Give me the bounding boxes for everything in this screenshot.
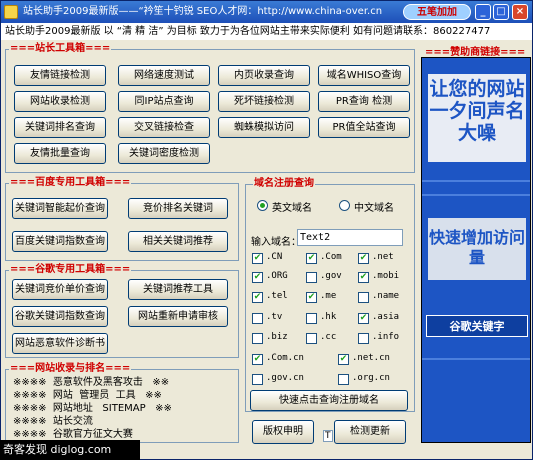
station-tool-button[interactable]: 友情批量查询 [14, 143, 106, 164]
google-tool-button[interactable]: 网站恶意软件诊断书 [12, 333, 108, 354]
domain-query-button[interactable]: 快速点击查询注册域名 [250, 390, 408, 411]
google-tool-button[interactable]: 关键词推荐工具 [128, 279, 228, 300]
station-tool-button[interactable]: 关键词密度检测 [118, 143, 210, 164]
baidu-tool-button[interactable]: 关键词智能起价查询 [12, 198, 108, 219]
tld-label: .org.cn [352, 373, 390, 383]
minimize-button[interactable]: _ [475, 4, 491, 20]
check-update-button[interactable]: 检测更新 [334, 420, 406, 444]
station-tool-button[interactable]: 网站收录检测 [14, 91, 106, 112]
tld-label: .net [372, 252, 394, 262]
tld-label: .cc [320, 332, 337, 342]
google-tool-button[interactable]: 网站重新申请审核 [128, 306, 228, 327]
tld-checkbox[interactable] [252, 333, 263, 344]
links-title: ===网站收录与排名=== [9, 363, 132, 375]
tld-label: .biz [266, 332, 288, 342]
tld-checkbox[interactable]: ✔ [338, 354, 349, 365]
title-bar[interactable]: 站长助手2009最新版——“衿笙十钓锐 SEO人才网：http://www.ch… [1, 1, 532, 23]
tld-checkbox[interactable]: ✔ [306, 292, 317, 303]
station-tool-button[interactable]: PR查询 检测 [318, 91, 410, 112]
tld-label: .me [320, 291, 337, 301]
tld-label: .Com [320, 252, 342, 262]
station-tool-button[interactable]: 域名WHISO查询 [318, 65, 410, 86]
ad-headline: 让您的网站一夕间声名大噪 [428, 74, 526, 162]
tld-checkbox[interactable]: ✔ [252, 354, 263, 365]
sponsor-ad[interactable]: 让您的网站一夕间声名大噪 快速增加访问量 谷歌关键字 [421, 57, 531, 443]
tld-checkbox[interactable]: ✔ [358, 313, 369, 324]
google-tools-title: ===谷歌专用工具箱=== [9, 264, 132, 276]
chinese-domain-radio[interactable] [339, 200, 350, 211]
ime-logo: 五笔加加 [403, 4, 471, 20]
tld-checkbox[interactable] [306, 272, 317, 283]
ad-divider [422, 180, 530, 182]
tld-checkbox[interactable]: ✔ [252, 253, 263, 264]
close-button[interactable]: × [512, 4, 528, 20]
tld-checkbox[interactable] [306, 313, 317, 324]
station-tool-button[interactable]: PR值全站查询 [318, 117, 410, 138]
tld-label: .gov.cn [266, 373, 304, 383]
baidu-tool-button[interactable]: 百度关键词指数查询 [12, 231, 108, 252]
google-tool-button[interactable]: 谷歌关键词指数查询 [12, 306, 108, 327]
station-tools-title: ===站长工具箱=== [9, 43, 112, 55]
tld-label: .info [372, 332, 400, 342]
tld-label: .name [372, 291, 400, 301]
small-text-label: T [323, 430, 333, 442]
tld-label: .ORG [266, 271, 288, 281]
station-tool-button[interactable]: 死坏链接检测 [218, 91, 310, 112]
tld-label: .Com.cn [266, 353, 304, 363]
baidu-tools-title: ===百度专用工具箱=== [9, 177, 132, 189]
sponsor-title: ===赞助商链接=== [425, 47, 526, 58]
domain-title: 域名注册查询 [253, 178, 315, 190]
station-tool-button[interactable]: 交叉链接检查 [118, 117, 210, 138]
station-tool-button[interactable]: 蜘蛛模拟访问 [218, 117, 310, 138]
tld-checkbox[interactable] [358, 333, 369, 344]
english-domain-label: 英文域名 [272, 203, 312, 214]
chinese-domain-label: 中文域名 [354, 203, 394, 214]
tld-label: .CN [266, 252, 283, 262]
tld-label: .asia [372, 312, 400, 322]
ad-divider [422, 358, 530, 360]
station-tool-button[interactable]: 友情链接检测 [14, 65, 106, 86]
tld-label: .tv [266, 312, 283, 322]
ad-divider [422, 194, 530, 196]
station-tool-button[interactable]: 关键词排名查询 [14, 117, 106, 138]
tld-checkbox[interactable] [306, 333, 317, 344]
domain-input[interactable]: Text2 [297, 229, 403, 246]
station-tool-button[interactable]: 网络速度测试 [118, 65, 210, 86]
tld-checkbox[interactable] [252, 313, 263, 324]
tld-checkbox[interactable] [358, 292, 369, 303]
info-marquee: 站长助手2009最新版 以 “清 精 洁” 为目标 致力于为各位网站主带来实际便… [1, 23, 532, 40]
links-list[interactable]: ※※※※ 恶意软件及黑客攻击 ※※ ※※※※ 网站 管理员 工具 ※※ ※※※※… [13, 376, 229, 442]
baidu-tool-button[interactable]: 竞价排名关键词 [128, 198, 228, 219]
domain-input-label: 输入域名： [251, 237, 301, 248]
tld-label: .mobi [372, 271, 400, 281]
google-tool-button[interactable]: 关键词竞价单价查询 [12, 279, 108, 300]
station-tool-button[interactable]: 内页收录查询 [218, 65, 310, 86]
tld-checkbox[interactable] [338, 374, 349, 385]
copyright-button[interactable]: 版权申明 [252, 420, 314, 444]
station-tool-button[interactable]: 同IP站点查询 [118, 91, 210, 112]
ad-subline: 快速增加访问量 [428, 218, 526, 280]
tld-checkbox[interactable]: ✔ [252, 292, 263, 303]
tld-label: .hk [320, 312, 337, 322]
app-icon [4, 5, 18, 19]
tld-checkbox[interactable]: ✔ [358, 253, 369, 264]
window-title: 站长助手2009最新版——“衿笙十钓锐 SEO人才网：http://www.ch… [23, 6, 383, 17]
tld-checkbox[interactable] [252, 374, 263, 385]
tld-label: .net.cn [352, 353, 390, 363]
maximize-button[interactable]: □ [493, 4, 509, 20]
tld-checkbox[interactable]: ✔ [306, 253, 317, 264]
ad-keyword-banner: 谷歌关键字 [426, 315, 528, 337]
tld-checkbox[interactable]: ✔ [358, 272, 369, 283]
tld-label: .tel [266, 291, 288, 301]
english-domain-radio[interactable] [257, 200, 268, 211]
baidu-tool-button[interactable]: 相关关键词推荐 [128, 231, 228, 252]
watermark: 奇客发现 diglog.com [0, 440, 140, 460]
tld-label: .gov [320, 271, 342, 281]
tld-checkbox[interactable]: ✔ [252, 272, 263, 283]
